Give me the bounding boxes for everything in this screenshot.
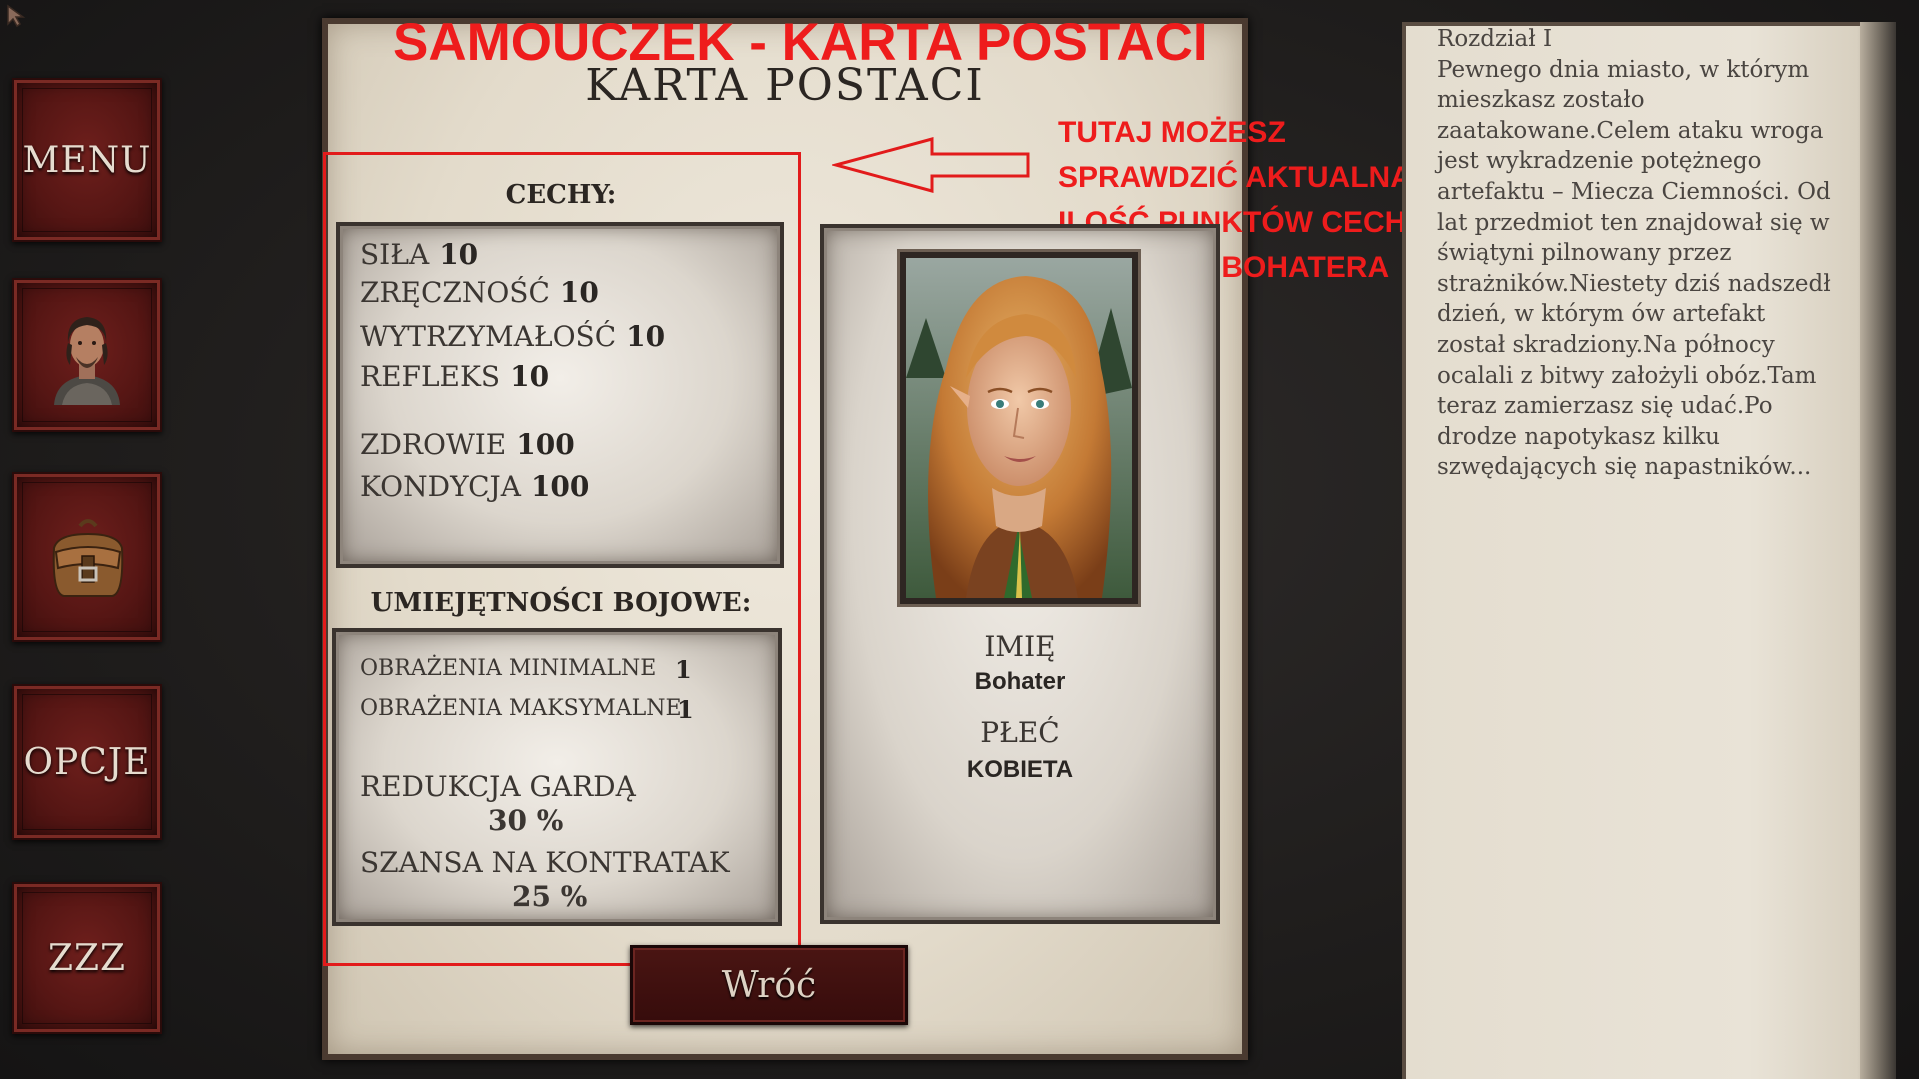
guard-reduction-value: 30 % [488,804,564,837]
stat-health: ZDROWIE 100 [360,428,575,461]
menu-button[interactable]: MENU [12,78,162,242]
sleep-button[interactable]: ZZZ [12,882,162,1034]
story-line: szwędających się napastników... [1437,454,1812,481]
stat-strength: SIŁA 10 [360,238,478,271]
story-panel-edge [1860,22,1896,1079]
elf-portrait-image [906,258,1132,598]
story-line: drodze napotykasz kilku [1437,423,1720,450]
max-damage-label: OBRAŻENIA MAKSYMALNE [360,696,682,721]
sleep-button-label: ZZZ [47,937,127,979]
story-text: Rozdział I Pewnego dnia miasto, w którym… [1437,24,1857,483]
story-line: Pewnego dnia miasto, w którym [1437,56,1810,83]
story-line: artefaktu – Miecza Ciemności. Od [1437,178,1831,205]
stat-reflex-value: 10 [510,360,550,393]
story-line: Rozdział I [1437,26,1553,52]
stat-health-value: 100 [516,428,575,461]
stat-strength-label: SIŁA [360,238,430,271]
page-title: KARTA POSTACI [585,60,985,111]
traits-frame [336,222,784,568]
story-line: mieszkasz zostało [1437,87,1645,114]
story-line: teraz zamierzasz się udać.Po [1437,393,1773,420]
gender-label: PŁEĆ [980,716,1060,749]
tutorial-note-line: SPRAWDZIĆ AKTUALNĄ [1058,161,1412,194]
mouse-cursor-icon [7,4,26,28]
stat-health-label: ZDROWIE [360,428,507,461]
inventory-button[interactable] [12,472,162,642]
gender-value: KOBIETA [966,756,1074,783]
max-damage-value: 1 [677,695,694,724]
menu-button-label: MENU [22,139,152,181]
backpack-icon [52,519,124,597]
counter-chance-value: 25 % [512,880,588,913]
story-line: został skradziony.Na północy [1437,331,1775,358]
stat-endurance-label: WYTRZYMAŁOŚĆ [360,320,617,353]
combat-heading: UMIEJĘTNOŚCI BOJOWE: [370,588,752,618]
character-button[interactable] [12,278,162,432]
stat-dexterity-label: ZRĘCZNOŚĆ [360,276,550,309]
name-label: IMIĘ [984,630,1056,663]
guard-reduction-label: REDUKCJA GARDĄ [360,770,636,803]
name-value: Bohater [974,668,1066,695]
stat-dexterity: ZRĘCZNOŚĆ 10 [360,276,599,309]
stat-stamina-value: 100 [530,470,590,503]
stat-strength-value: 10 [439,238,479,271]
stat-endurance: WYTRZYMAŁOŚĆ 10 [360,320,665,353]
stat-reflex: REFLEKS 10 [360,360,549,393]
hero-portrait-icon [54,317,120,405]
tutorial-arrow-icon [832,137,1030,193]
back-button[interactable]: Wróć [630,945,908,1025]
stat-stamina: KONDYCJA 100 [360,470,589,503]
story-line: jest wykradzenie potężnego [1437,148,1762,175]
stat-endurance-value: 10 [626,320,666,353]
tutorial-note-line: TUTAJ MOŻESZ [1058,116,1286,149]
character-portrait [900,252,1138,604]
stat-dexterity-value: 10 [559,276,599,309]
counter-chance-label: SZANSA NA KONTRATAK [360,846,730,879]
min-damage-label: OBRAŻENIA MINIMALNE [360,656,657,681]
story-line: lat przedmiot ten znajdował się w [1437,209,1830,236]
story-line: świątyni pilnowany przez [1437,240,1732,267]
stat-reflex-label: REFLEKS [360,360,501,393]
options-button[interactable]: OPCJE [12,684,162,840]
story-line: dzień, w którym ów artefakt [1437,301,1766,328]
min-damage-value: 1 [675,655,692,684]
stat-stamina-label: KONDYCJA [360,470,521,503]
story-line: strażników.Niestety dziś nadszedł [1437,270,1831,297]
story-line: ocalali z bitwy założyli obóz.Tam [1437,362,1817,389]
options-button-label: OPCJE [23,741,151,783]
story-line: zaatakowane.Celem ataku wroga [1437,117,1824,144]
traits-heading: CECHY: [505,180,617,210]
back-button-label: Wróć [721,964,817,1006]
